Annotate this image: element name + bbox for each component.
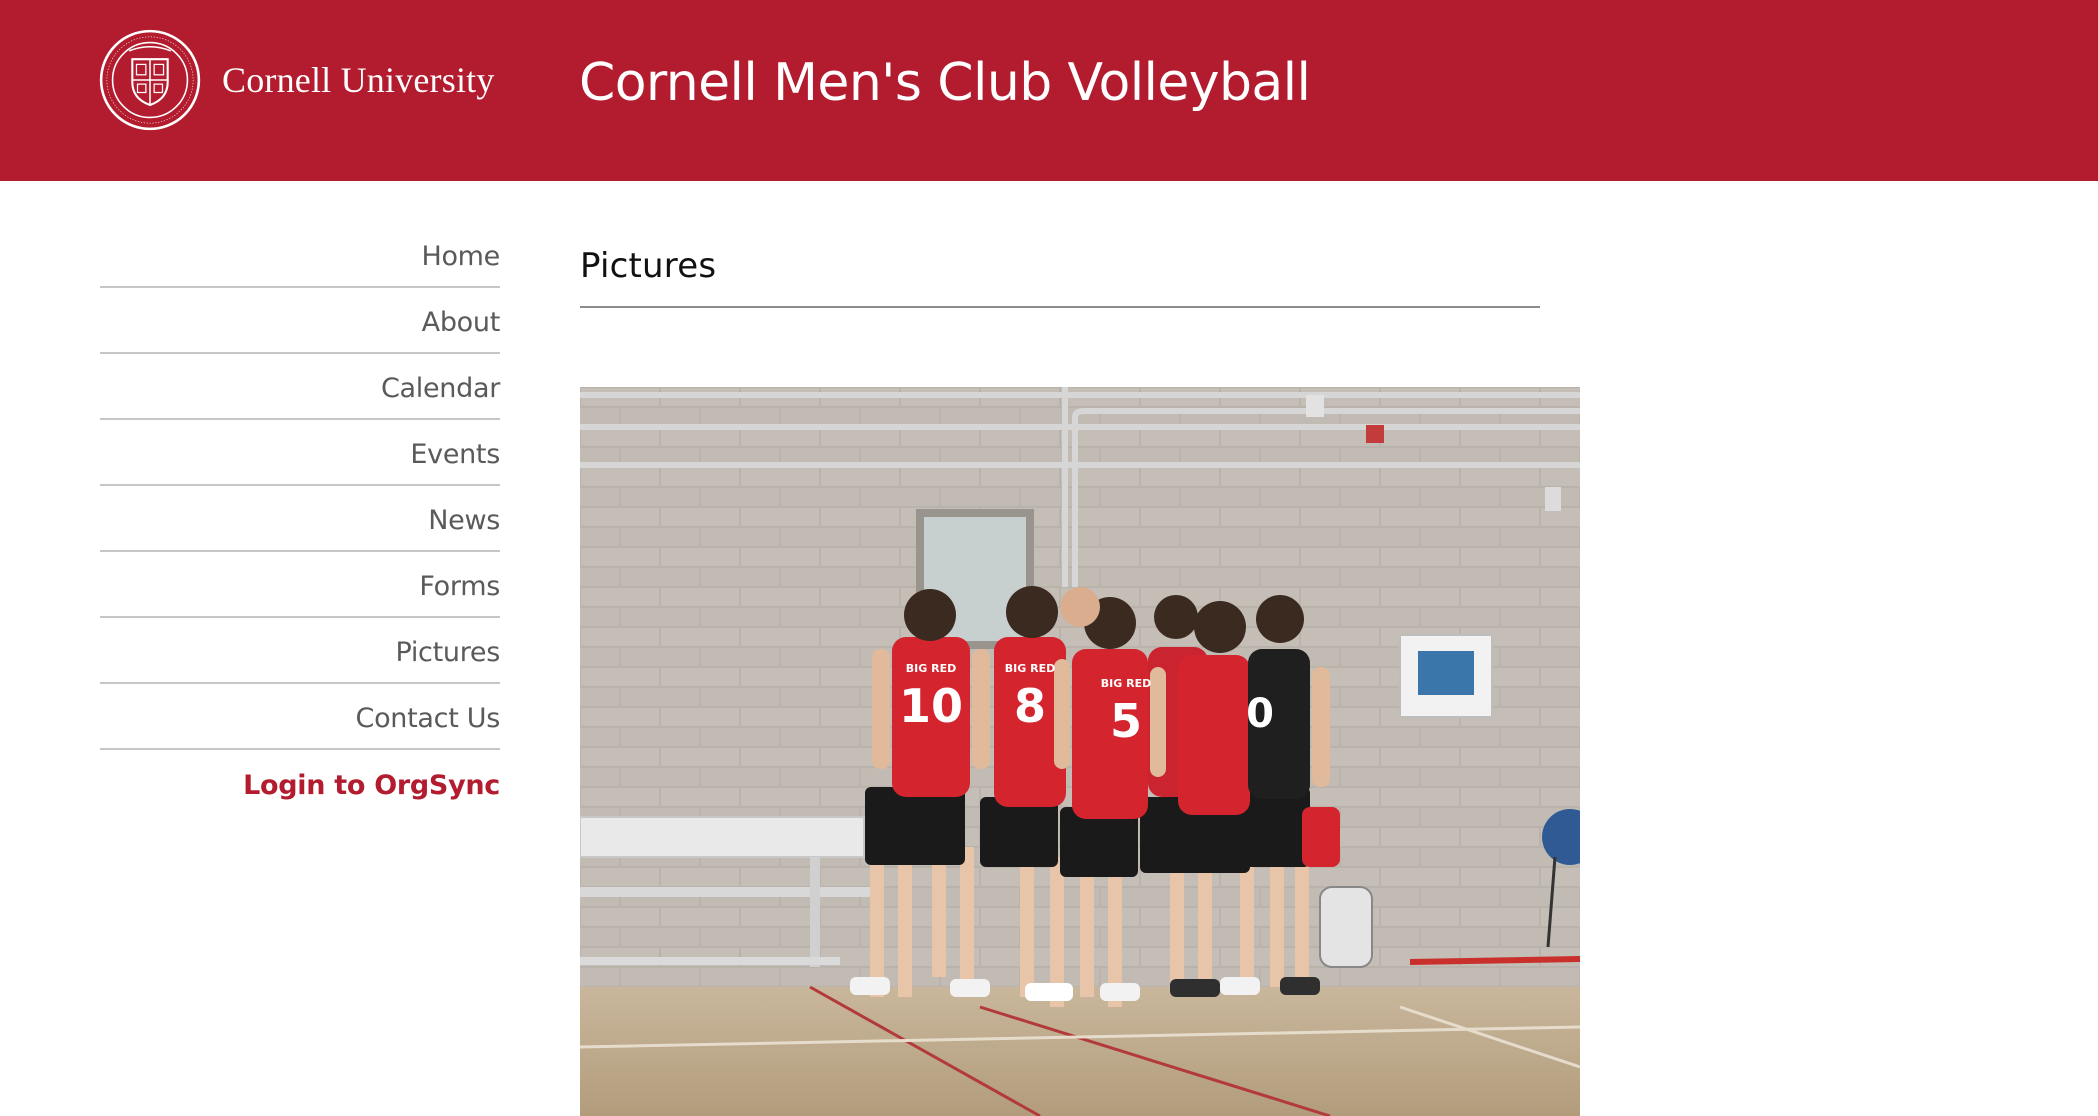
heading-divider [580,306,1540,308]
sidebar-item-events: Events [100,420,500,486]
sidebar-item-forms: Forms [100,552,500,618]
site-header: Cornell University Cornell Men's Club Vo… [0,0,2098,181]
nav-link-about[interactable]: About [422,303,501,338]
nav-link-pictures[interactable]: Pictures [395,633,500,668]
jersey-text-10: BIG RED [906,662,956,675]
jersey-number-8: 8 [1014,679,1046,733]
jersey-number-5: 5 [1110,694,1142,748]
sidebar-item-pictures: Pictures [100,618,500,684]
cornell-logo[interactable]: Cornell University [98,28,495,132]
nav-link-forms[interactable]: Forms [419,567,500,602]
nav-link-contact-us[interactable]: Contact Us [356,699,501,734]
nav-link-calendar[interactable]: Calendar [381,369,500,404]
jersey-number-10: 10 [899,679,963,733]
site-title[interactable]: Cornell Men's Club Volleyball [579,52,1311,114]
sidebar-item-contact-us: Contact Us [100,684,500,750]
sidebar-item-calendar: Calendar [100,354,500,420]
sidebar-nav: Home About Calendar Events News Forms Pi… [100,222,500,816]
nav-link-news[interactable]: News [428,501,500,536]
login-orgsync-link[interactable]: Login to OrgSync [243,766,500,801]
nav-link-events[interactable]: Events [410,435,500,470]
sidebar-item-about: About [100,288,500,354]
page-title: Pictures [580,246,717,286]
sidebar-item-home: Home [100,222,500,288]
sidebar-item-news: News [100,486,500,552]
jersey-number-0: 0 [1246,691,1274,737]
jersey-text-5: BIG RED [1101,677,1151,690]
sidebar-item-login: Login to OrgSync [100,750,500,816]
university-name: Cornell University [222,60,495,100]
cornell-seal-icon [99,29,201,131]
team-photo[interactable]: BIG RED 10 BIG RED 8 BIG RED 5 0 [580,387,1580,1116]
jersey-text-8: BIG RED [1005,662,1055,675]
nav-link-home[interactable]: Home [421,237,500,272]
team-huddle-image: BIG RED 10 BIG RED 8 BIG RED 5 0 [580,387,1580,1116]
